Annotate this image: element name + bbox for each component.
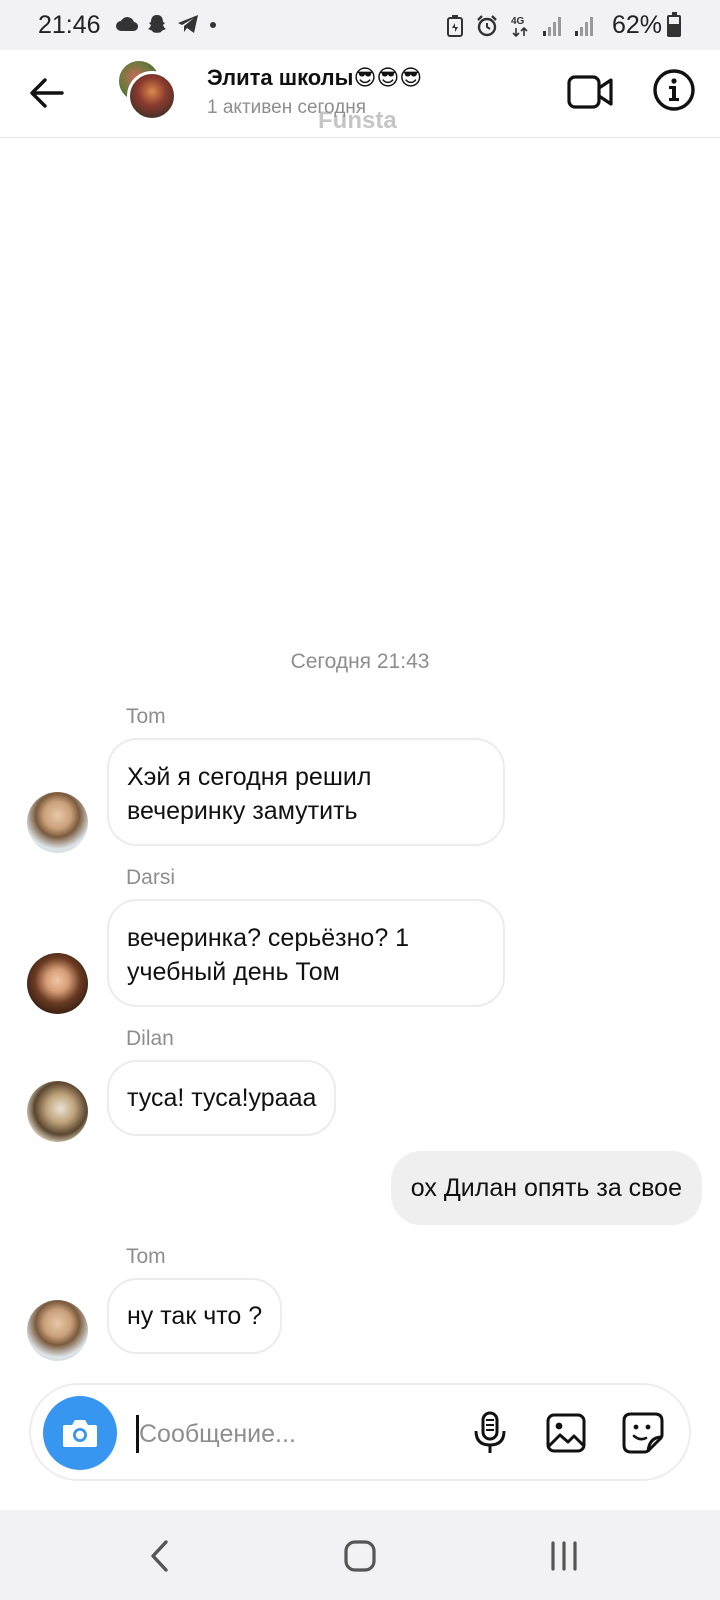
- group-avatar-front: [127, 71, 177, 121]
- watermark: Funsta: [318, 107, 397, 134]
- status-right-icons: 4G: [446, 14, 594, 38]
- nav-home-button[interactable]: [336, 1532, 384, 1580]
- gallery-button[interactable]: [542, 1409, 590, 1457]
- status-bar: 21:46 4G 62%: [0, 0, 720, 50]
- status-left-icons: [116, 13, 218, 35]
- video-camera-icon: [567, 75, 613, 109]
- signal-icon: [543, 17, 561, 36]
- message-bubble[interactable]: Хэй я сегодня решил вечеринку замутить: [107, 738, 505, 846]
- sticker-icon: [622, 1412, 664, 1454]
- video-call-button[interactable]: [566, 68, 614, 116]
- back-button[interactable]: [22, 68, 72, 118]
- date-separator: Сегодня 21:43: [290, 650, 430, 673]
- arrow-left-icon: [30, 78, 64, 108]
- battery-level: [669, 23, 679, 35]
- 4g-icon: 4G: [511, 16, 528, 38]
- telegram-icon: [178, 15, 198, 33]
- alarm-icon: [477, 15, 497, 37]
- system-nav-bar: [0, 1510, 720, 1600]
- avatar[interactable]: [27, 953, 88, 1014]
- snapchat-icon: [148, 15, 166, 33]
- group-title[interactable]: Элита школы😎😎😎: [207, 65, 422, 91]
- message-sender: Dilan: [126, 1027, 174, 1050]
- microphone-button[interactable]: [466, 1409, 514, 1457]
- message-bubble-outgoing[interactable]: ох Дилан опять за свое: [390, 1151, 702, 1225]
- message-sender: Darsi: [126, 866, 176, 889]
- battery-percent: 62%: [612, 11, 663, 39]
- message-composer: [29, 1383, 691, 1481]
- nav-recents-icon: [551, 1541, 577, 1571]
- message-bubble[interactable]: туса! туса!урааа: [107, 1060, 337, 1136]
- nav-back-button[interactable]: [136, 1532, 184, 1580]
- camera-button[interactable]: [43, 1396, 117, 1470]
- message-input[interactable]: [139, 1415, 439, 1453]
- avatar[interactable]: [27, 1081, 88, 1142]
- status-time: 21:46: [38, 11, 101, 39]
- microphone-icon: [474, 1411, 506, 1453]
- camera-icon: [63, 1420, 97, 1447]
- battery-saver-icon: [447, 15, 463, 37]
- nav-back-icon: [151, 1540, 168, 1572]
- cloud-icon: [116, 17, 138, 32]
- signal-icon: [575, 17, 593, 36]
- info-icon: [653, 69, 695, 111]
- message-sender: Tom: [126, 705, 166, 728]
- message-sender: Tom: [126, 1245, 166, 1268]
- avatar[interactable]: [27, 1300, 88, 1361]
- chat-header: Элита школы😎😎😎 1 активен сегодня Funsta: [0, 50, 720, 138]
- svg-text:4G: 4G: [511, 16, 525, 27]
- nav-home-icon: [344, 1540, 376, 1572]
- dot-icon: [210, 22, 216, 28]
- image-icon: [546, 1413, 586, 1453]
- group-avatar[interactable]: [117, 59, 183, 125]
- sticker-button[interactable]: [619, 1409, 667, 1457]
- nav-recents-button[interactable]: [540, 1532, 588, 1580]
- avatar[interactable]: [27, 792, 88, 853]
- info-button[interactable]: [650, 66, 698, 114]
- message-bubble[interactable]: ну так что ?: [107, 1278, 283, 1354]
- message-bubble[interactable]: вечеринка? серьёзно? 1 учебный день Том: [107, 899, 505, 1007]
- battery-icon: [667, 12, 681, 37]
